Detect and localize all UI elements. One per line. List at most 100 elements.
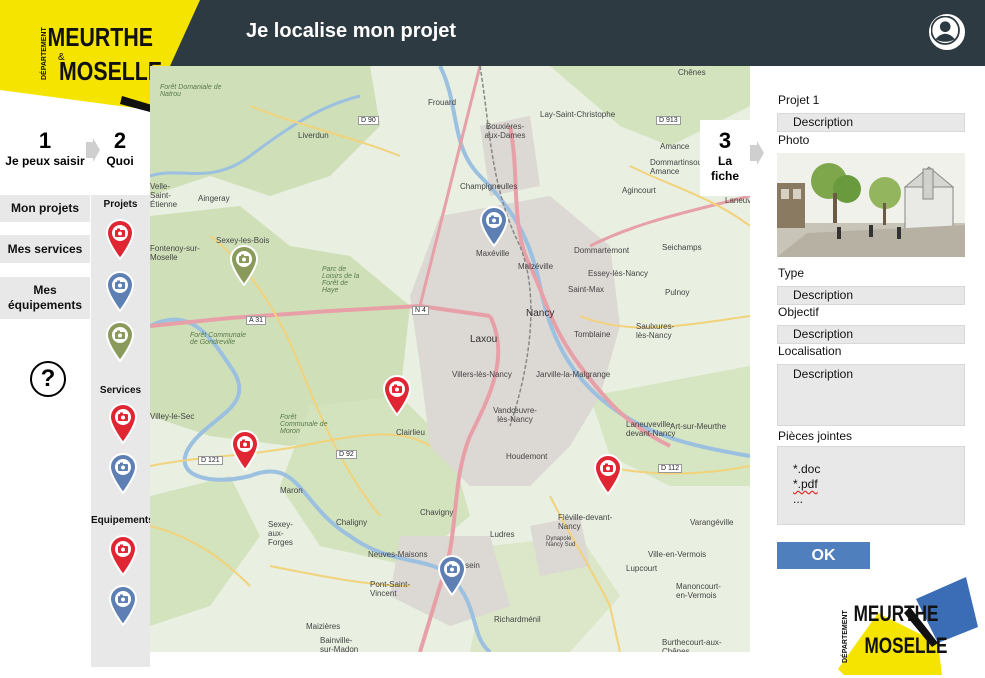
map-pin-green-icon[interactable]: [228, 244, 260, 287]
logo-amp: &: [58, 52, 65, 63]
map-label: Clairlieu: [396, 428, 425, 437]
step-arrow-icon: [750, 141, 764, 165]
step-3-number: 3: [718, 128, 732, 153]
map-label: Forêt Communale de Gondreville: [190, 332, 247, 346]
category-pin-blue-icon[interactable]: [104, 270, 136, 313]
map-label: Villey-le-Sec: [150, 412, 195, 421]
map-label: Bouxières-aux-Dames: [484, 122, 526, 140]
objectif-field[interactable]: Description: [777, 325, 965, 344]
map-pin-blue-icon[interactable]: [436, 554, 468, 597]
category-pin-green-icon[interactable]: [104, 320, 136, 363]
map-label: Forêt Communale de Moron: [280, 414, 328, 435]
menu-mes-equipements-line2: équipements: [7, 298, 82, 312]
map-label: Velle-Saint-Étienne: [150, 182, 178, 209]
road-label: N 4: [412, 306, 429, 315]
logo-line2: MOSELLE: [59, 57, 162, 87]
category-label-equipements: Equipements: [91, 515, 154, 526]
map-label: Saint-Max: [568, 285, 605, 294]
logo-bottom-line1: MEURTHE: [854, 602, 939, 627]
user-avatar[interactable]: [929, 14, 965, 50]
category-pin-blue-icon[interactable]: [107, 584, 139, 627]
road-label: D 913: [656, 116, 681, 125]
map-label: Chavigny: [420, 508, 454, 517]
map-label: Agincourt: [622, 186, 656, 195]
map-label: Dommartemont: [574, 246, 630, 255]
map-label: Chênes: [678, 68, 706, 77]
help-icon[interactable]: ?: [30, 361, 66, 397]
pieces-jointes-field[interactable]: *.doc *.pdf ...: [777, 446, 965, 525]
category-pin-blue-icon[interactable]: [107, 452, 139, 495]
map-label: Ludres: [490, 530, 515, 539]
pieces-jointes-label: Pièces jointes: [778, 429, 853, 443]
map-label: Tomblaine: [574, 330, 611, 339]
map-label: Frouard: [428, 98, 457, 107]
attachment-doc[interactable]: *.doc: [793, 462, 964, 477]
map-label: Nancy: [526, 308, 555, 319]
map-label: Burthecourt-aux-Chênes: [662, 638, 722, 652]
user-icon: [931, 16, 960, 45]
map-label: Manoncourt-en-Vermois: [676, 582, 721, 600]
description-field[interactable]: Description: [777, 113, 965, 132]
category-pin-red-icon[interactable]: [104, 218, 136, 261]
road-label: D 121: [198, 456, 223, 465]
map-label: Liverdun: [298, 131, 329, 140]
project-title: Projet 1: [778, 93, 820, 107]
map-label: Fléville-devant-Nancy: [558, 513, 613, 531]
road-label: D 90: [358, 116, 379, 125]
step-3-label-line1: La: [717, 154, 732, 168]
map-label: Bainville-sur-Madon: [320, 636, 359, 652]
map-label: Houdemont: [506, 452, 548, 461]
map-label: Fontenoy-sur-Moselle: [150, 244, 200, 262]
map-label: Champigneulles: [460, 182, 518, 191]
map-label: Malzéville: [518, 262, 554, 271]
map-label: Dommartinsous-Amance: [650, 158, 709, 176]
logo-bottom-vertical: DÉPARTEMENT: [840, 610, 849, 663]
map-label: Pulnoy: [665, 288, 690, 297]
project-photo[interactable]: [777, 153, 965, 257]
localisation-field[interactable]: Description: [777, 364, 965, 426]
map-label: Laxou: [470, 334, 498, 345]
objectif-label: Objectif: [778, 305, 819, 319]
category-pin-red-icon[interactable]: [107, 402, 139, 445]
road-label: A 31: [246, 316, 267, 325]
ok-button[interactable]: OK: [777, 542, 870, 569]
map-label: Ville-en-Vermois: [648, 550, 707, 559]
attachment-pdf[interactable]: *.pdf: [793, 477, 964, 492]
menu-mes-projets[interactable]: Mon projets: [0, 195, 90, 222]
logo-bottom-line2: MOSELLE: [865, 634, 948, 659]
step-1-label: Je peux saisir: [5, 154, 85, 168]
step-3: 3 La fiche: [700, 120, 750, 196]
map-label: Laneuvelle: [725, 196, 750, 205]
type-field[interactable]: Description: [777, 286, 965, 305]
department-logo-bottom: MEURTHE MOSELLE DÉPARTEMENT: [838, 577, 978, 675]
menu-mes-equipements[interactable]: Mes équipements: [0, 277, 90, 319]
map-label: Pont-Saint-Vincent: [370, 580, 411, 598]
map-label: Saulxures-lès-Nancy: [636, 322, 675, 340]
step-arrow-icon: [86, 138, 100, 162]
attachment-more[interactable]: ...: [793, 492, 964, 507]
map-pin-red-icon[interactable]: [592, 453, 624, 496]
step-2: 2 Quoi: [100, 128, 140, 169]
map-label: Parc de Loisirs de la Forêt de Haye: [322, 266, 360, 294]
photo-label: Photo: [778, 133, 810, 147]
step-1-number: 1: [38, 128, 52, 153]
map-pin-red-icon[interactable]: [381, 374, 413, 417]
logo-line1: MEURTHE: [48, 23, 153, 53]
map-label: Villers-lès-Nancy: [452, 370, 512, 379]
map-label: Amance: [660, 142, 690, 151]
map-label: Aingeray: [198, 194, 230, 203]
app-root: MEURTHE MOSELLE & DÉPARTEMENT Je localis…: [0, 0, 985, 678]
map-pin-blue-icon[interactable]: [478, 205, 510, 248]
photo-image: [777, 153, 965, 257]
map-label: Maron: [280, 486, 303, 495]
menu-mes-services[interactable]: Mes services: [0, 235, 90, 263]
map-label: Seichamps: [662, 243, 702, 252]
road-label: D 112: [658, 464, 683, 473]
map-label: Lupcourt: [626, 564, 658, 573]
category-label-services: Services: [99, 385, 142, 396]
map-pin-red-icon[interactable]: [229, 429, 261, 472]
page-title: Je localise mon projet: [246, 20, 457, 42]
map-label: Jarville-la-Malgrange: [536, 370, 611, 379]
category-pin-red-icon[interactable]: [107, 534, 139, 577]
menu-mes-projets-label: Mon projets: [11, 201, 79, 215]
